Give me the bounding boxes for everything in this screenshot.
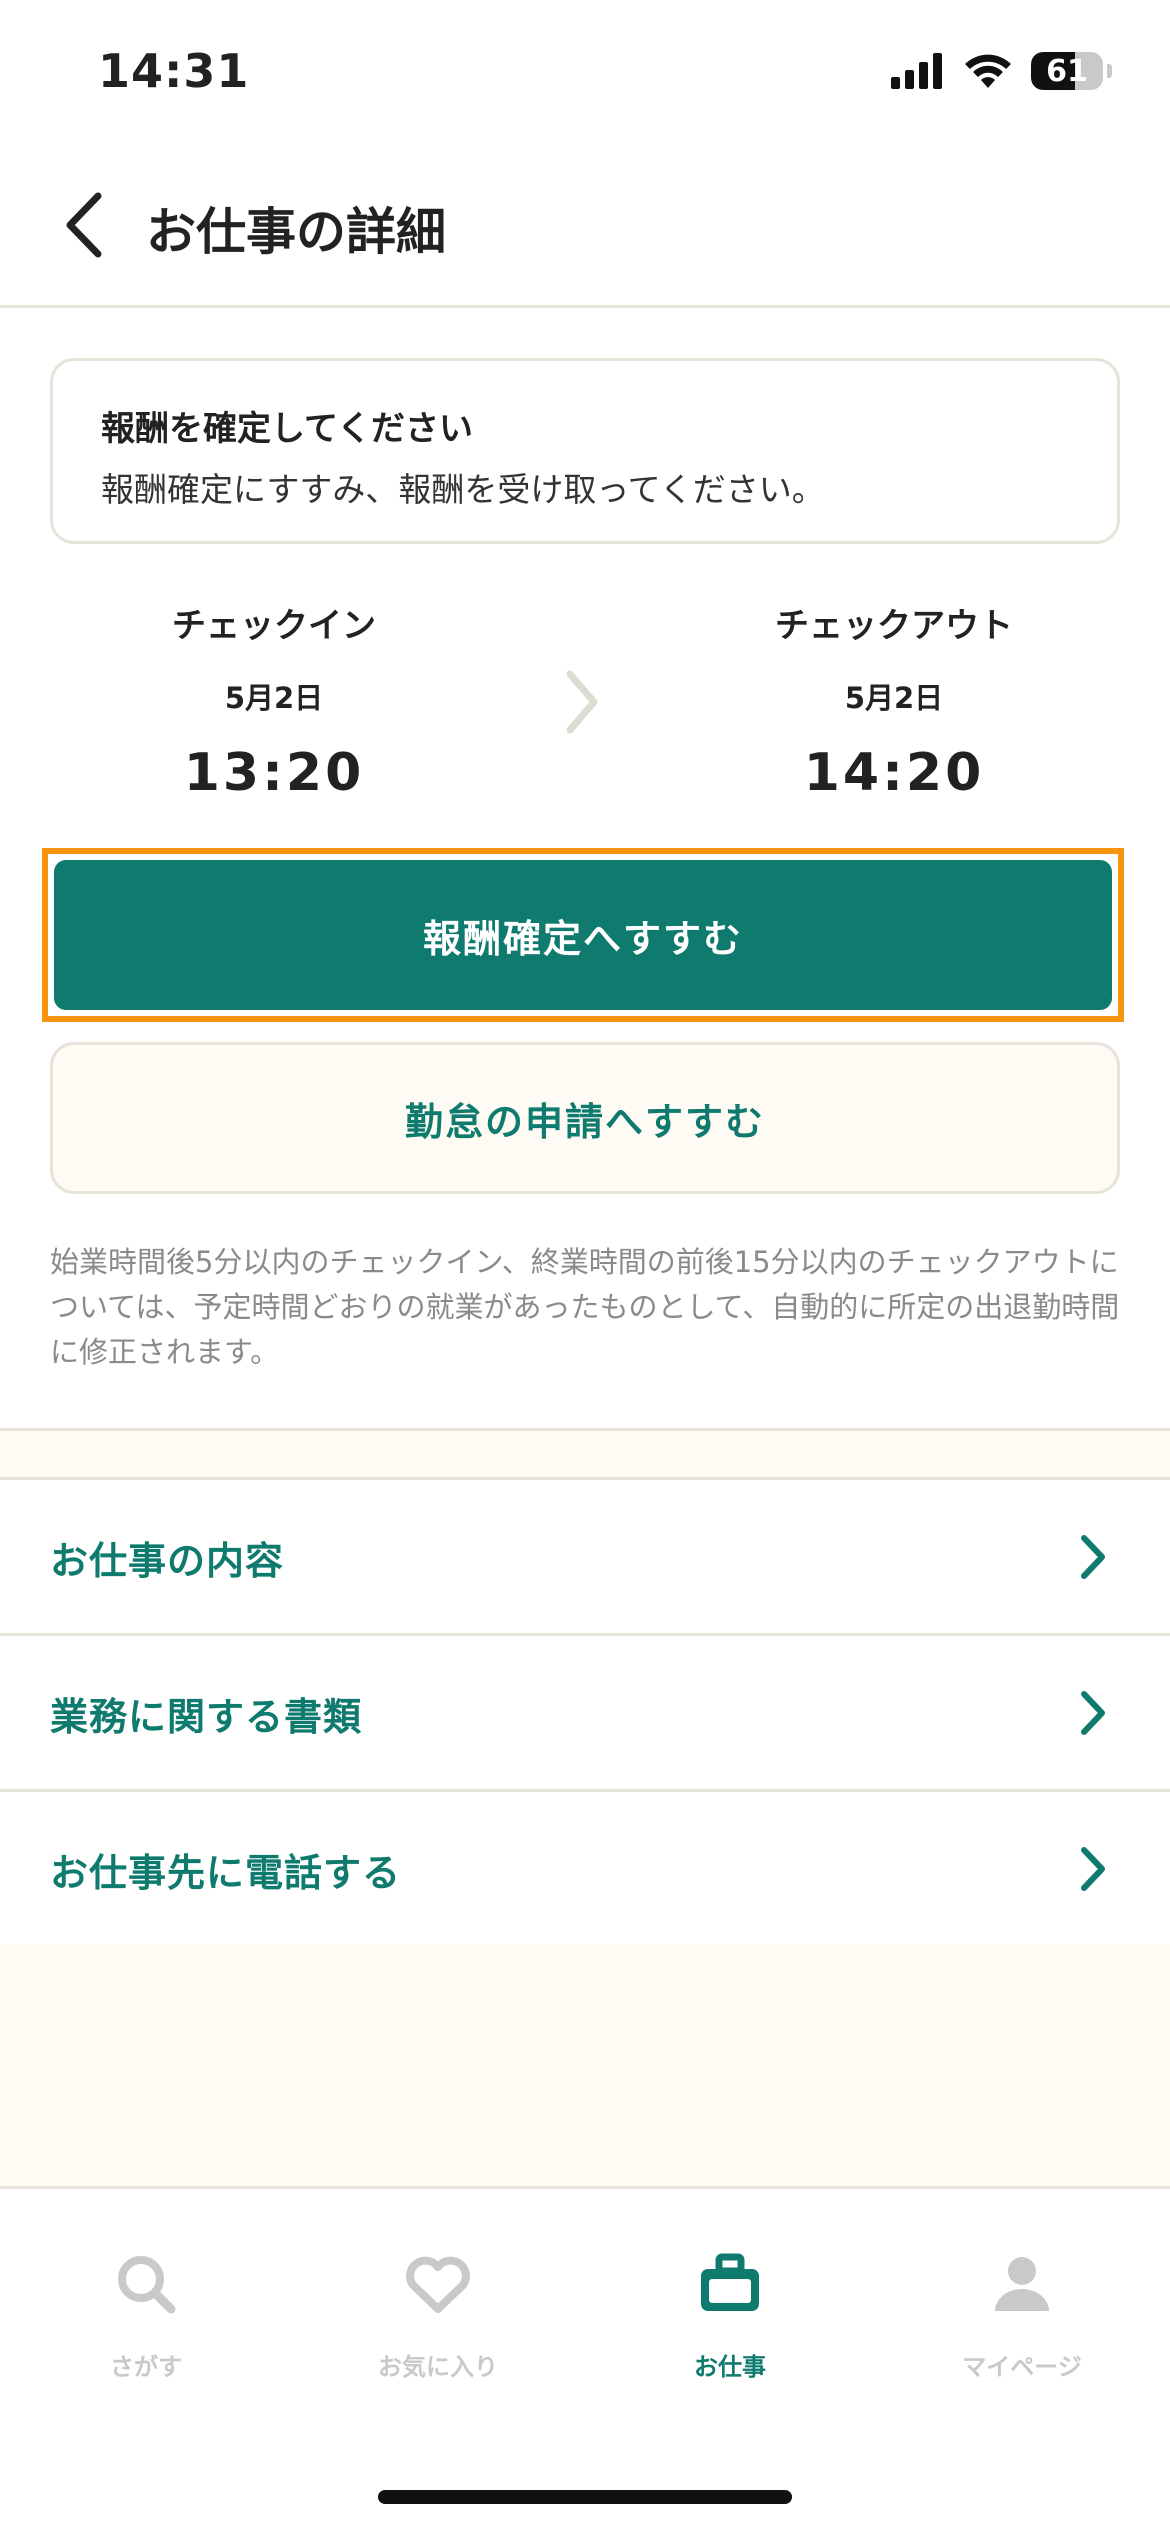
- chevron-right-icon: [1081, 1847, 1105, 1891]
- tab-label: マイページ: [962, 2353, 1082, 2381]
- tab-mypage[interactable]: マイページ: [876, 2249, 1168, 2382]
- checkout-label: チェックアウト: [775, 606, 1013, 646]
- status-indicators: 61: [891, 52, 1112, 90]
- menu-item-documents[interactable]: 業務に関する書類: [0, 1636, 1170, 1792]
- attendance-request-button[interactable]: 勤怠の申請へすすむ: [50, 1042, 1120, 1194]
- chevron-right-icon: [1081, 1535, 1105, 1579]
- tab-favorites[interactable]: お気に入り: [292, 2249, 584, 2382]
- notice-title: 報酬を確定してください: [101, 409, 473, 449]
- tab-bar: さがす お気に入り お仕事 マイページ: [0, 2186, 1170, 2532]
- checkout-date: 5月2日: [844, 681, 944, 715]
- signal-icon: [891, 53, 942, 89]
- battery-nub: [1107, 64, 1112, 78]
- menu-item-label: お仕事先に電話する: [50, 1851, 402, 1895]
- battery-icon: 61: [1031, 52, 1103, 90]
- checkin-label: チェックイン: [172, 606, 376, 646]
- page-title: お仕事の詳細: [146, 203, 446, 261]
- home-indicator: [378, 2490, 792, 2504]
- heart-icon: [406, 2256, 470, 2313]
- checkin-date: 5月2日: [224, 681, 324, 715]
- menu-item-job-content[interactable]: お仕事の内容: [0, 1480, 1170, 1636]
- empty-area: [0, 1944, 1170, 2188]
- tab-label: お仕事: [694, 2353, 766, 2381]
- tab-search[interactable]: さがす: [0, 2249, 292, 2382]
- menu-item-label: 業務に関する書類: [50, 1695, 363, 1739]
- back-chevron-icon[interactable]: [60, 190, 110, 260]
- tab-label: お気に入り: [378, 2353, 498, 2381]
- section-divider: [0, 1428, 1170, 1480]
- notice-card: 報酬を確定してください 報酬確定にすすみ、報酬を受け取ってください。: [50, 358, 1120, 544]
- checkin-block: チェックイン 5月2日 13:20: [64, 598, 484, 803]
- tab-label: さがす: [110, 2353, 182, 2381]
- briefcase-icon: [701, 2253, 759, 2311]
- arrow-right-icon: [566, 670, 598, 734]
- notice-body: 報酬確定にすすみ、報酬を受け取ってください。: [101, 470, 825, 509]
- checkout-block: チェックアウト 5月2日 14:20: [684, 598, 1104, 803]
- person-icon: [995, 2257, 1049, 2311]
- checkout-time: 14:20: [803, 743, 985, 803]
- wifi-icon: [965, 54, 1011, 88]
- checkin-time: 13:20: [183, 743, 365, 803]
- attendance-note: 始業時間後5分以内のチェックイン、終業時間の前後15分以内のチェックアウトについ…: [50, 1245, 1120, 1369]
- chevron-right-icon: [1081, 1691, 1105, 1735]
- battery-level: 61: [1046, 53, 1088, 89]
- menu-item-call-workplace[interactable]: お仕事先に電話する: [0, 1792, 1170, 1948]
- confirm-reward-button[interactable]: 報酬確定へすすむ: [54, 860, 1112, 1010]
- tab-jobs[interactable]: お仕事: [584, 2249, 876, 2382]
- status-time: 14:31: [98, 44, 250, 98]
- search-icon: [118, 2256, 176, 2314]
- menu-item-label: お仕事の内容: [50, 1539, 285, 1583]
